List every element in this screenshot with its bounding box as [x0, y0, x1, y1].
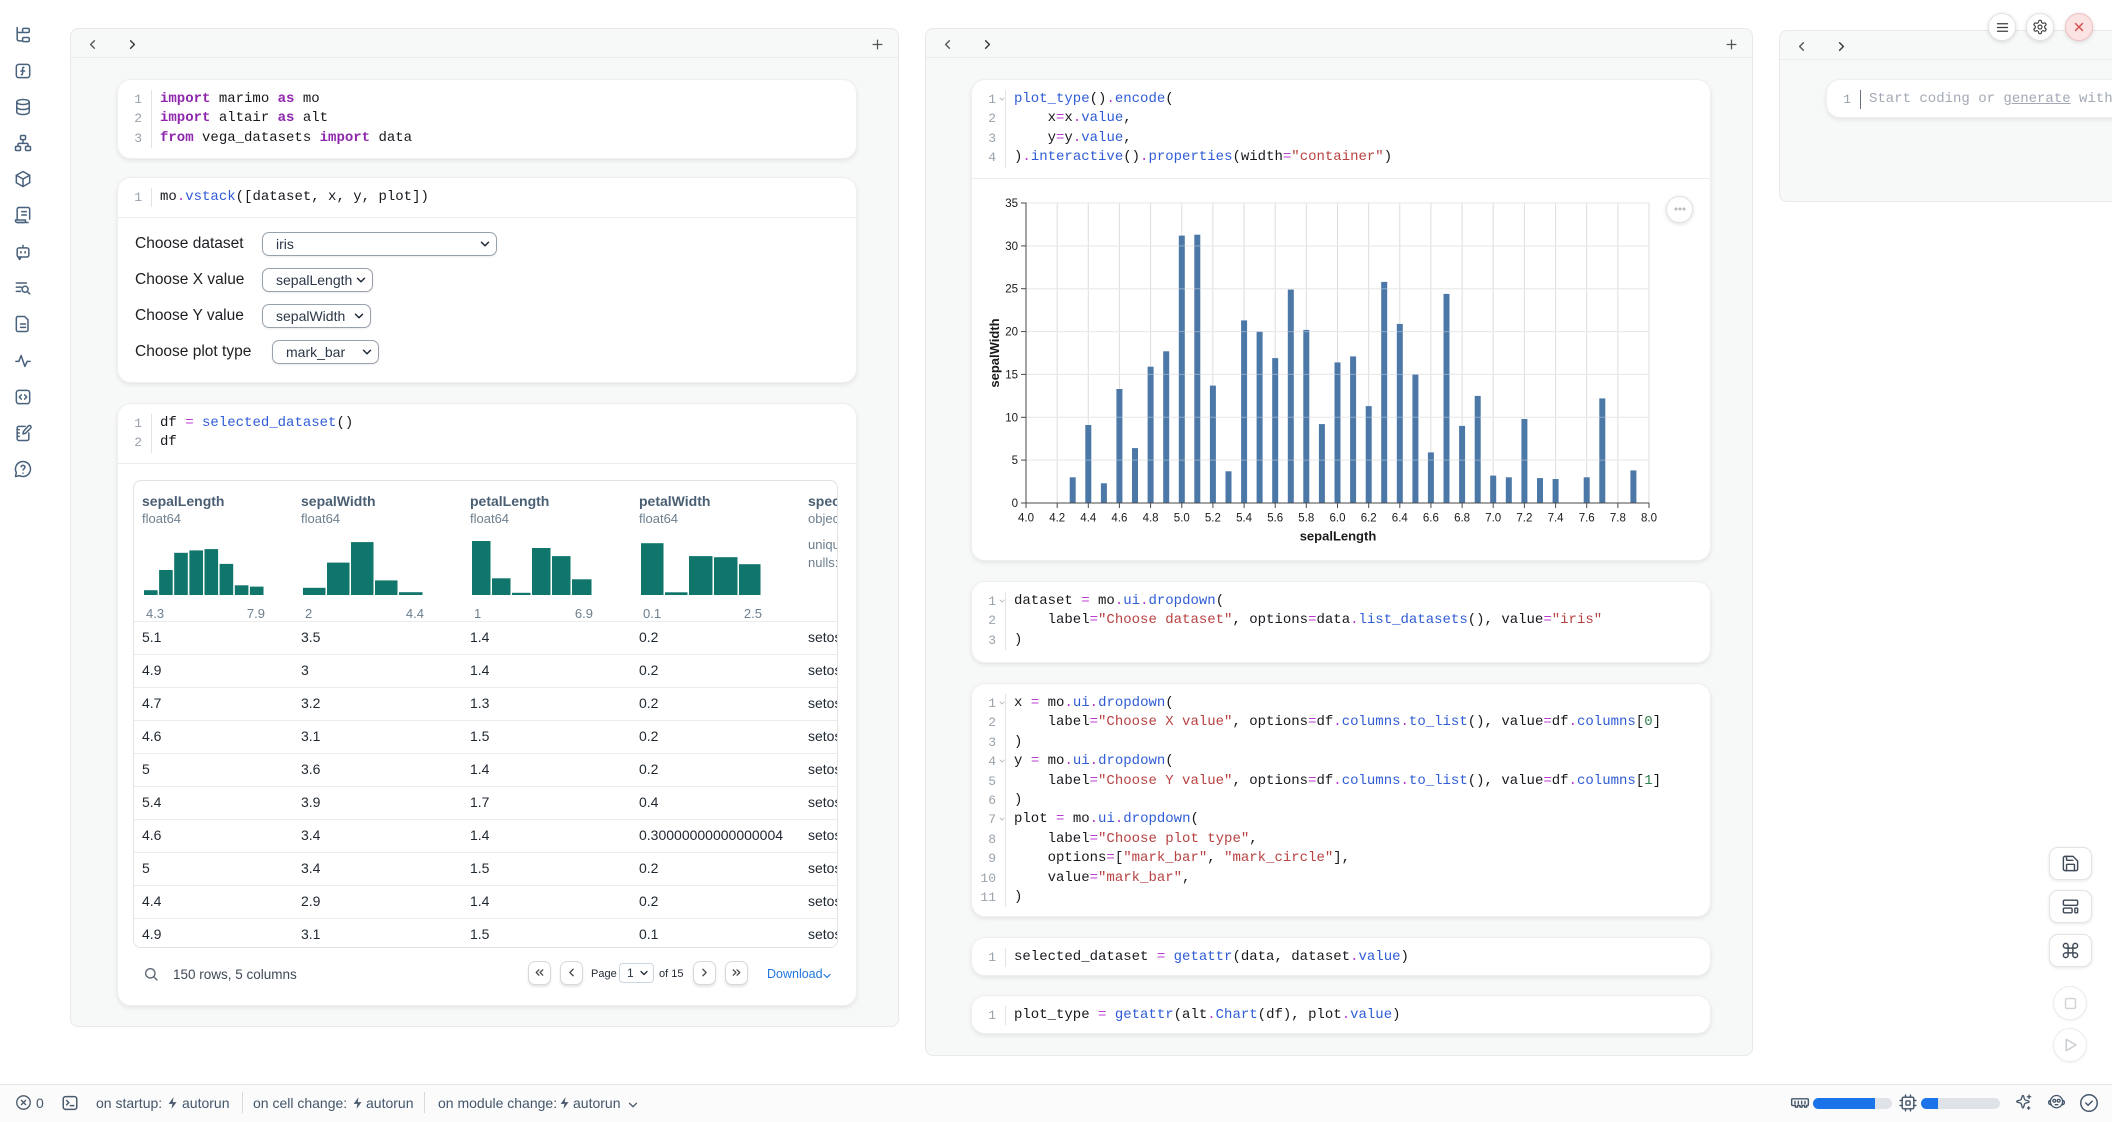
svg-text:7.2: 7.2 — [1516, 512, 1532, 524]
svg-text:4.8: 4.8 — [1143, 512, 1159, 524]
svg-text:8.0: 8.0 — [1641, 512, 1657, 524]
svg-text:5: 5 — [1012, 455, 1018, 467]
svg-text:4.0: 4.0 — [1018, 512, 1034, 524]
svg-text:6.4: 6.4 — [1392, 512, 1409, 524]
svg-text:6.6: 6.6 — [1423, 512, 1439, 524]
svg-text:4.2: 4.2 — [1049, 512, 1065, 524]
svg-text:15: 15 — [1005, 369, 1018, 381]
svg-text:30: 30 — [1005, 241, 1018, 253]
svg-text:4.6: 4.6 — [1111, 512, 1127, 524]
svg-text:10: 10 — [1005, 412, 1018, 424]
svg-text:6.2: 6.2 — [1361, 512, 1377, 524]
svg-text:6.0: 6.0 — [1330, 512, 1346, 524]
svg-text:5.4: 5.4 — [1236, 512, 1253, 524]
svg-text:7.0: 7.0 — [1485, 512, 1501, 524]
svg-text:5.0: 5.0 — [1174, 512, 1190, 524]
svg-text:5.6: 5.6 — [1267, 512, 1283, 524]
svg-text:5.8: 5.8 — [1298, 512, 1314, 524]
svg-text:6.8: 6.8 — [1454, 512, 1470, 524]
svg-text:7.6: 7.6 — [1579, 512, 1595, 524]
svg-text:20: 20 — [1005, 326, 1018, 338]
svg-text:5.2: 5.2 — [1205, 512, 1221, 524]
svg-text:7.8: 7.8 — [1610, 512, 1626, 524]
svg-text:7.4: 7.4 — [1548, 512, 1565, 524]
svg-text:sepalLength: sepalLength — [1300, 528, 1377, 543]
svg-text:0: 0 — [1012, 498, 1018, 510]
svg-text:4.4: 4.4 — [1080, 512, 1097, 524]
svg-text:25: 25 — [1005, 283, 1018, 295]
svg-text:35: 35 — [1005, 198, 1018, 210]
svg-text:sepalWidth: sepalWidth — [987, 318, 1002, 387]
